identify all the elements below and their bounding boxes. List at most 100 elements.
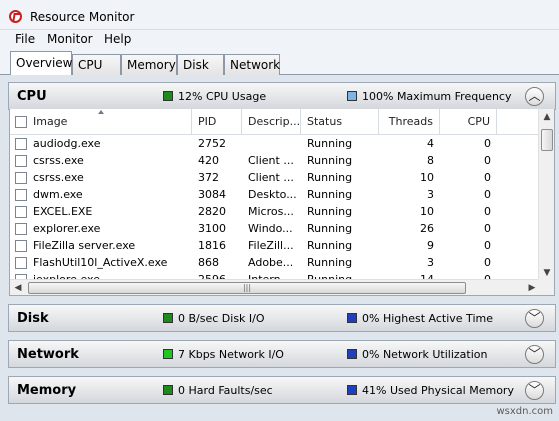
vertical-scrollbar[interactable]: ▲ ▼ (538, 109, 554, 281)
cell-cpu: 0 (484, 188, 491, 201)
sort-ascending-icon (98, 110, 104, 114)
cell-image: csrss.exe (33, 154, 84, 167)
cell-status: Running (307, 256, 353, 269)
table-row[interactable]: csrss.exe 372 Client ... Running 10 0 (10, 170, 540, 187)
row-checkbox[interactable] (15, 189, 27, 201)
cell-image: explorer.exe (33, 222, 101, 235)
row-checkbox[interactable] (15, 172, 27, 184)
memory-physical-label: 41% Used Physical Memory (362, 384, 514, 397)
tab-memory[interactable]: Memory (121, 54, 177, 75)
tab-network[interactable]: Network (224, 54, 280, 75)
cell-status: Running (307, 205, 353, 218)
network-panel-header[interactable]: Network 7 Kbps Network I/O 0% Network Ut… (8, 340, 556, 368)
scroll-up-icon[interactable]: ▲ (539, 109, 554, 125)
cell-pid: 420 (198, 154, 219, 167)
select-all-checkbox[interactable] (15, 116, 27, 128)
disk-expand-icon[interactable]: ﹀ (525, 309, 544, 328)
network-utilization-metric: 0% Network Utilization (347, 348, 488, 361)
cell-desc: Micros... (248, 205, 294, 218)
menu-help[interactable]: Help (102, 32, 133, 46)
disk-io-metric: 0 B/sec Disk I/O (163, 312, 265, 325)
horizontal-scrollbar[interactable]: ◀ ||| ▶ (10, 279, 540, 295)
cell-cpu: 0 (484, 205, 491, 218)
cpu-panel-header[interactable]: CPU 12% CPU Usage 100% Maximum Frequency… (8, 82, 556, 110)
table-row[interactable]: audiodg.exe 2752 Running 4 0 (10, 136, 540, 153)
cell-desc: Client ... (248, 171, 294, 184)
memory-faults-label: 0 Hard Faults/sec (178, 384, 273, 397)
cell-threads: 8 (427, 154, 434, 167)
vertical-scroll-thumb[interactable] (541, 129, 553, 151)
table-row[interactable]: dwm.exe 3084 Deskto... Running 3 0 (10, 187, 540, 204)
network-expand-icon[interactable]: ﹀ (525, 345, 544, 364)
table-row[interactable]: FileZilla server.exe 1816 FileZill... Runni… (10, 238, 540, 255)
menu-bar: File Monitor Help (0, 30, 559, 50)
cpu-collapse-icon[interactable]: ︿ (525, 87, 544, 106)
table-row[interactable]: FlashUtil10l_ActiveX.exe 868 Adobe... Runni… (10, 255, 540, 272)
column-cpu[interactable]: CPU (440, 109, 497, 135)
memory-physical-swatch (347, 385, 357, 395)
cell-threads: 3 (427, 188, 434, 201)
resource-monitor-icon (9, 10, 22, 23)
column-status[interactable]: Status (301, 109, 379, 135)
tab-disk[interactable]: Disk (177, 54, 224, 75)
cell-pid: 3084 (198, 188, 226, 201)
memory-expand-icon[interactable]: ﹀ (525, 381, 544, 400)
cell-cpu: 0 (484, 137, 491, 150)
menu-monitor[interactable]: Monitor (45, 32, 95, 46)
row-checkbox[interactable] (15, 138, 27, 150)
cell-desc: Windo... (248, 222, 293, 235)
cell-pid: 868 (198, 256, 219, 269)
disk-active-metric: 0% Highest Active Time (347, 312, 493, 325)
cpu-usage-swatch (163, 91, 173, 101)
network-utilization-swatch (347, 349, 357, 359)
cell-image: FlashUtil10l_ActiveX.exe (33, 256, 168, 269)
cell-threads: 10 (420, 205, 434, 218)
cell-threads: 4 (427, 137, 434, 150)
cpu-frequency-label: 100% Maximum Frequency (362, 90, 512, 103)
tab-strip: Overview CPU Memory Disk Network (0, 50, 559, 75)
cell-desc: Deskto... (248, 188, 297, 201)
disk-panel-header[interactable]: Disk 0 B/sec Disk I/O 0% Highest Active … (8, 304, 556, 332)
cell-image: EXCEL.EXE (33, 205, 93, 218)
disk-active-label: 0% Highest Active Time (362, 312, 493, 325)
tab-cpu[interactable]: CPU (72, 54, 121, 75)
memory-faults-swatch (163, 385, 173, 395)
table-row[interactable]: csrss.exe 420 Client ... Running 8 0 (10, 153, 540, 170)
row-checkbox[interactable] (15, 206, 27, 218)
row-checkbox[interactable] (15, 257, 27, 269)
cell-threads: 10 (420, 171, 434, 184)
cell-status: Running (307, 239, 353, 252)
scroll-corner (538, 279, 554, 295)
column-pid[interactable]: PID (192, 109, 242, 135)
memory-faults-metric: 0 Hard Faults/sec (163, 384, 273, 397)
table-row[interactable]: explorer.exe 3100 Windo... Running 26 0 (10, 221, 540, 238)
cell-desc: FileZill... (248, 239, 294, 252)
cell-image: audiodg.exe (33, 137, 101, 150)
table-header: Image PID Descrip... Status Threads CPU (10, 109, 540, 135)
memory-section-title: Memory (17, 383, 77, 398)
cell-threads: 3 (427, 256, 434, 269)
menu-file[interactable]: File (13, 32, 37, 46)
disk-section-title: Disk (17, 311, 49, 326)
row-checkbox[interactable] (15, 240, 27, 252)
tab-overview[interactable]: Overview (10, 51, 73, 75)
table-row[interactable]: EXCEL.EXE 2820 Micros... Running 10 0 (10, 204, 540, 221)
cell-desc: Adobe... (248, 256, 294, 269)
horizontal-scroll-thumb[interactable]: ||| (28, 282, 466, 294)
cpu-frequency-metric: 100% Maximum Frequency (347, 90, 511, 103)
watermark: wsxdn.com (496, 406, 553, 417)
column-threads[interactable]: Threads (379, 109, 440, 135)
memory-panel-header[interactable]: Memory 0 Hard Faults/sec 41% Used Physic… (8, 376, 556, 404)
column-description[interactable]: Descrip... (242, 109, 301, 135)
row-checkbox[interactable] (15, 155, 27, 167)
cell-pid: 3100 (198, 222, 226, 235)
disk-active-swatch (347, 313, 357, 323)
row-checkbox[interactable] (15, 223, 27, 235)
memory-physical-metric: 41% Used Physical Memory (347, 384, 514, 397)
network-utilization-label: 0% Network Utilization (362, 348, 488, 361)
column-image[interactable]: Image (10, 109, 192, 135)
cell-threads: 9 (427, 239, 434, 252)
cell-pid: 372 (198, 171, 219, 184)
cell-threads: 26 (420, 222, 434, 235)
scroll-left-icon[interactable]: ◀ (10, 280, 26, 295)
